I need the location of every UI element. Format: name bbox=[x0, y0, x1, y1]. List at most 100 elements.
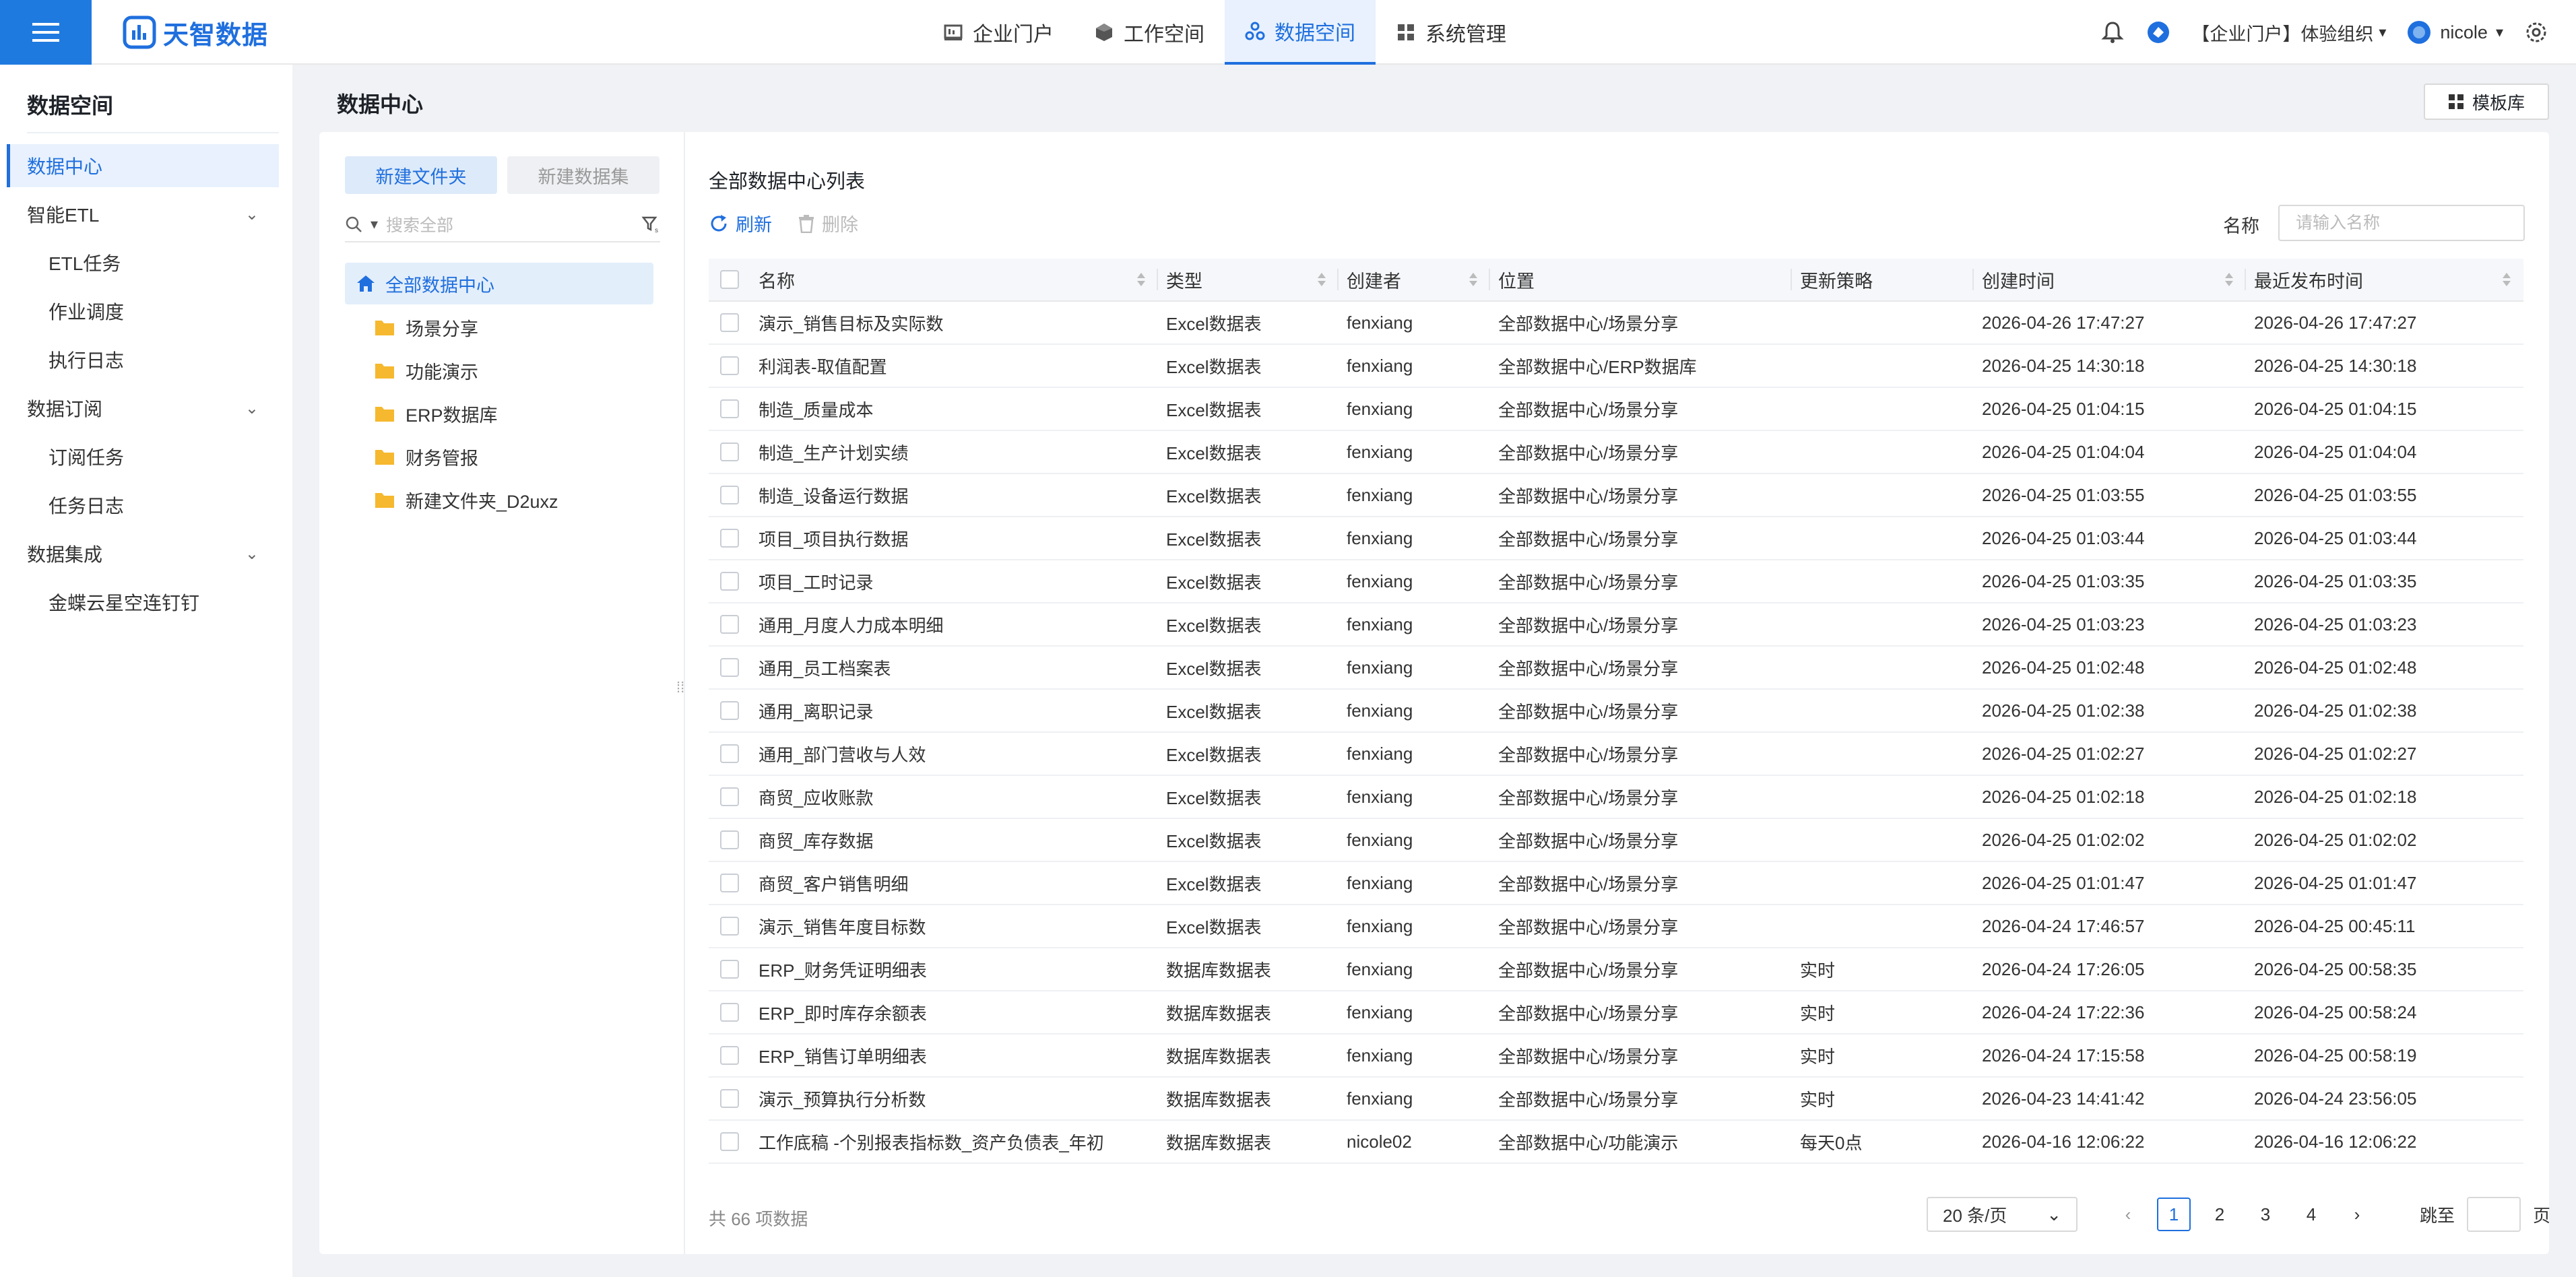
tree-folder[interactable]: 功能演示 bbox=[375, 350, 478, 391]
tree-search[interactable]: ▾ 搜索全部 s bbox=[345, 207, 660, 242]
brand-logo[interactable]: 天智数据 bbox=[123, 13, 268, 51]
cell-name[interactable]: ERP_即时库存余额表 bbox=[750, 991, 1158, 1034]
row-checkbox[interactable] bbox=[720, 313, 739, 332]
row-checkbox[interactable] bbox=[720, 615, 739, 634]
table-row[interactable]: 演示_销售目标及实际数 Excel数据表 fenxiang 全部数据中心/场景分享 20… bbox=[709, 302, 2523, 345]
table-row[interactable]: 制造_生产计划实绩 Excel数据表 fenxiang 全部数据中心/场景分享 2026… bbox=[709, 431, 2523, 474]
hamburger-menu-button[interactable] bbox=[0, 0, 92, 65]
page-button[interactable]: 2 bbox=[2203, 1198, 2236, 1231]
table-row[interactable]: 通用_月度人力成本明细 Excel数据表 fenxiang 全部数据中心/场景分享 20… bbox=[709, 603, 2523, 647]
user-menu[interactable]: nicole ▾ bbox=[2406, 20, 2503, 45]
nav-item-workspace[interactable]: 工作空间 bbox=[1074, 0, 1225, 65]
row-checkbox[interactable] bbox=[720, 572, 739, 591]
row-checkbox[interactable] bbox=[720, 658, 739, 677]
cell-name[interactable]: ERP_财务凭证明细表 bbox=[750, 948, 1158, 991]
sidebar-item-etl-task[interactable]: ETL任务 bbox=[7, 241, 279, 284]
cell-name[interactable]: 工作底稿 -个别报表指标数_资产负债表_年初 bbox=[750, 1120, 1158, 1163]
select-all-checkbox[interactable] bbox=[720, 270, 739, 289]
tree-folder[interactable]: 新建文件夹_D2uxz bbox=[375, 480, 558, 520]
cell-name[interactable]: 通用_月度人力成本明细 bbox=[750, 603, 1158, 646]
table-row[interactable]: 商贸_应收账款 Excel数据表 fenxiang 全部数据中心/场景分享 2026-0… bbox=[709, 776, 2523, 819]
caret-down-icon[interactable]: ▾ bbox=[371, 216, 378, 233]
settings-gear-icon[interactable] bbox=[2523, 20, 2549, 45]
cell-name[interactable]: 商贸_应收账款 bbox=[750, 775, 1158, 818]
table-row[interactable]: ERP_销售订单明细表 数据库数据表 fenxiang 全部数据中心/场景分享 实时 20… bbox=[709, 1035, 2523, 1078]
row-checkbox[interactable] bbox=[720, 399, 739, 418]
org-selector[interactable]: 【企业门户】体验组织 ▾ bbox=[2191, 20, 2386, 46]
cell-name[interactable]: 利润表-取值配置 bbox=[750, 344, 1158, 387]
row-checkbox[interactable] bbox=[720, 356, 739, 375]
nav-item-portal[interactable]: 企业门户 bbox=[923, 0, 1074, 65]
cell-name[interactable]: 制造_设备运行数据 bbox=[750, 473, 1158, 517]
sidebar-item-subscription-task[interactable]: 订阅任务 bbox=[7, 435, 279, 478]
sidebar-group-subscription[interactable]: 数据订阅 ⌄ bbox=[7, 387, 279, 430]
new-dataset-button[interactable]: 新建数据集 bbox=[507, 156, 659, 194]
tree-folder[interactable]: ERP数据库 bbox=[375, 393, 498, 434]
page-size-select[interactable]: 20 条/页 ⌄ bbox=[1927, 1197, 2078, 1232]
table-row[interactable]: 制造_设备运行数据 Excel数据表 fenxiang 全部数据中心/场景分享 2026… bbox=[709, 474, 2523, 517]
page-button[interactable]: 1 bbox=[2157, 1198, 2191, 1231]
row-checkbox[interactable] bbox=[720, 787, 739, 806]
cell-name[interactable]: 项目_项目执行数据 bbox=[750, 517, 1158, 560]
row-checkbox[interactable] bbox=[720, 701, 739, 720]
sidebar-group-etl[interactable]: 智能ETL ⌄ bbox=[7, 193, 279, 236]
cell-name[interactable]: 通用_离职记录 bbox=[750, 689, 1158, 732]
row-checkbox[interactable] bbox=[720, 917, 739, 936]
cell-name[interactable]: 项目_工时记录 bbox=[750, 560, 1158, 603]
row-checkbox[interactable] bbox=[720, 960, 739, 979]
table-row[interactable]: 演示_销售年度目标数 Excel数据表 fenxiang 全部数据中心/场景分享 202… bbox=[709, 905, 2523, 948]
prev-page-button[interactable]: ‹ bbox=[2111, 1198, 2145, 1231]
row-checkbox[interactable] bbox=[720, 830, 739, 849]
sidebar-item-data-center[interactable]: 数据中心 bbox=[7, 144, 279, 187]
column-header-name[interactable]: 名称 bbox=[750, 258, 1158, 301]
row-checkbox[interactable] bbox=[720, 443, 739, 461]
cell-name[interactable]: 演示_预算执行分析数 bbox=[750, 1077, 1158, 1120]
table-row[interactable]: 项目_项目执行数据 Excel数据表 fenxiang 全部数据中心/场景分享 2026… bbox=[709, 517, 2523, 560]
table-row[interactable]: 商贸_库存数据 Excel数据表 fenxiang 全部数据中心/场景分享 2026-0… bbox=[709, 819, 2523, 862]
table-row[interactable]: 演示_预算执行分析数 数据库数据表 fenxiang 全部数据中心/场景分享 实时 202… bbox=[709, 1078, 2523, 1121]
cell-name[interactable]: 商贸_库存数据 bbox=[750, 818, 1158, 861]
cell-name[interactable]: 制造_生产计划实绩 bbox=[750, 430, 1158, 473]
column-header-created-time[interactable]: 创建时间 bbox=[1974, 258, 2246, 301]
table-row[interactable]: 通用_部门营收与人效 Excel数据表 fenxiang 全部数据中心/场景分享 202… bbox=[709, 733, 2523, 776]
cell-name[interactable]: 通用_部门营收与人效 bbox=[750, 732, 1158, 775]
nav-item-system[interactable]: 系统管理 bbox=[1376, 0, 1526, 65]
table-row[interactable]: ERP_财务凭证明细表 数据库数据表 fenxiang 全部数据中心/场景分享 实时 20… bbox=[709, 948, 2523, 991]
tree-folder[interactable]: 财务管报 bbox=[375, 436, 478, 477]
table-row[interactable]: 项目_工时记录 Excel数据表 fenxiang 全部数据中心/场景分享 2026-0… bbox=[709, 560, 2523, 603]
sidebar-item-task-log[interactable]: 任务日志 bbox=[7, 484, 279, 527]
row-checkbox[interactable] bbox=[720, 1046, 739, 1065]
table-row[interactable]: ERP_即时库存余额表 数据库数据表 fenxiang 全部数据中心/场景分享 实时 20… bbox=[709, 991, 2523, 1035]
column-header-creator[interactable]: 创建者 bbox=[1339, 258, 1490, 301]
row-checkbox[interactable] bbox=[720, 486, 739, 504]
refresh-button[interactable]: 刷新 bbox=[709, 210, 772, 236]
table-row[interactable]: 商贸_客户销售明细 Excel数据表 fenxiang 全部数据中心/场景分享 2026… bbox=[709, 862, 2523, 905]
next-page-button[interactable]: › bbox=[2340, 1198, 2374, 1231]
new-folder-button[interactable]: 新建文件夹 bbox=[345, 156, 497, 194]
org-switch-icon[interactable] bbox=[2146, 20, 2171, 45]
table-row[interactable]: 通用_离职记录 Excel数据表 fenxiang 全部数据中心/场景分享 2026-0… bbox=[709, 690, 2523, 733]
jump-page-input[interactable] bbox=[2467, 1197, 2521, 1232]
bell-icon[interactable] bbox=[2100, 20, 2125, 45]
cell-name[interactable]: 商贸_客户销售明细 bbox=[750, 861, 1158, 905]
row-checkbox[interactable] bbox=[720, 744, 739, 763]
filter-icon[interactable]: s bbox=[641, 215, 660, 234]
row-checkbox[interactable] bbox=[720, 874, 739, 892]
name-filter-input[interactable] bbox=[2278, 205, 2525, 241]
template-library-button[interactable]: 模板库 bbox=[2424, 84, 2549, 120]
tree-root-all-data-center[interactable]: 全部数据中心 bbox=[345, 263, 653, 304]
sidebar-item-exec-log[interactable]: 执行日志 bbox=[7, 338, 279, 381]
nav-item-data-space[interactable]: 数据空间 bbox=[1225, 0, 1376, 65]
cell-name[interactable]: 演示_销售年度目标数 bbox=[750, 905, 1158, 948]
table-row[interactable]: 通用_员工档案表 Excel数据表 fenxiang 全部数据中心/场景分享 2026-… bbox=[709, 647, 2523, 690]
row-checkbox[interactable] bbox=[720, 529, 739, 548]
drag-handle-icon[interactable]: ⁞⁞ bbox=[676, 679, 684, 696]
column-header-type[interactable]: 类型 bbox=[1158, 258, 1339, 301]
page-button[interactable]: 4 bbox=[2294, 1198, 2328, 1231]
column-header-published-time[interactable]: 最近发布时间 bbox=[2246, 258, 2523, 301]
table-row[interactable]: 利润表-取值配置 Excel数据表 fenxiang 全部数据中心/ERP数据库 202… bbox=[709, 345, 2523, 388]
cell-name[interactable]: 演示_销售目标及实际数 bbox=[750, 301, 1158, 344]
delete-button[interactable]: 删除 bbox=[798, 210, 858, 236]
sidebar-item-kingdee-dingtalk[interactable]: 金蝶云星空连钉钉 bbox=[7, 581, 279, 624]
table-row[interactable]: 工作底稿 -个别报表指标数_资产负债表_年初 数据库数据表 nicole02 全部数据… bbox=[709, 1121, 2523, 1164]
